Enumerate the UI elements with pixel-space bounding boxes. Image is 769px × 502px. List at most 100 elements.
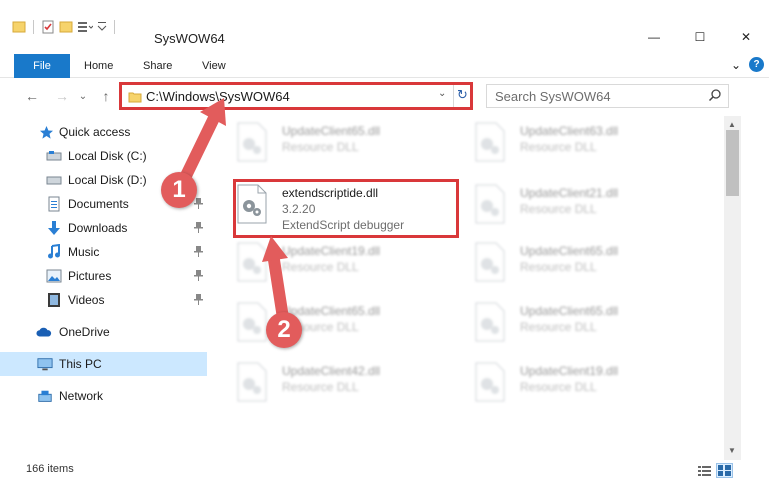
file-name: UpdateClient65.dll: [282, 124, 381, 138]
file-name: UpdateClient65.dll: [520, 304, 619, 318]
sidebar-item-label: Local Disk (C:): [68, 149, 147, 163]
videos-icon: [46, 292, 62, 308]
sidebar-item-label: This PC: [59, 357, 102, 371]
search-icon[interactable]: [708, 88, 722, 102]
recent-locations-button[interactable]: ⌄: [74, 86, 92, 106]
search-input[interactable]: Search SysWOW64: [495, 89, 611, 104]
scroll-up-icon[interactable]: ▲: [728, 120, 736, 129]
file-item[interactable]: UpdateClient19.dll Resource DLL: [450, 356, 680, 412]
properties-icon[interactable]: [41, 20, 55, 34]
pin-icon[interactable]: [194, 198, 203, 209]
file-item[interactable]: UpdateClient63.dll Resource DLL: [450, 116, 680, 172]
sidebar-item-this-pc[interactable]: This PC: [0, 352, 207, 376]
file-name: UpdateClient19.dll: [520, 364, 619, 378]
file-description: Resource DLL: [282, 380, 359, 394]
close-button[interactable]: ✕: [723, 22, 769, 52]
network-icon: [37, 388, 53, 404]
file-description: Resource DLL: [520, 380, 597, 394]
file-description: Resource DLL: [282, 260, 359, 274]
file-item[interactable]: UpdateClient21.dll Resource DLL: [450, 178, 680, 234]
maximize-button[interactable]: ☐: [677, 22, 723, 52]
folder-icon[interactable]: [12, 20, 26, 34]
vertical-scrollbar[interactable]: ▲ ▼: [724, 116, 741, 460]
sidebar-item-label: Network: [59, 389, 104, 403]
help-icon[interactable]: ?: [749, 57, 764, 72]
file-description: Resource DLL: [520, 140, 597, 154]
sidebar-item-quick-access[interactable]: Quick access: [0, 120, 210, 144]
dll-file-icon: [237, 242, 267, 282]
chevron-down-icon[interactable]: [97, 20, 107, 34]
customize-view-icon[interactable]: [77, 20, 93, 34]
sidebar-item-label: Videos: [68, 293, 105, 307]
file-name: UpdateClient42.dll: [282, 364, 381, 378]
sidebar-item-videos[interactable]: Videos: [0, 288, 210, 312]
tiles-view-button[interactable]: [716, 463, 733, 478]
sidebar-item-label: Documents: [68, 197, 129, 211]
file-name: UpdateClient65.dll: [282, 304, 381, 318]
sidebar-item-label: Quick access: [59, 125, 131, 139]
tab-home[interactable]: Home: [84, 54, 113, 78]
file-item[interactable]: UpdateClient65.dll Resource DLL: [212, 116, 442, 172]
navigation-pane: Quick access Local Disk (C:) Local Disk …: [0, 116, 210, 446]
sidebar-item-music[interactable]: Music: [0, 240, 210, 264]
up-button[interactable]: ↑: [97, 86, 115, 106]
sidebar-item-downloads[interactable]: Downloads: [0, 216, 210, 240]
address-path[interactable]: C:\Windows\SysWOW64: [146, 89, 290, 104]
minimize-button[interactable]: —: [631, 22, 677, 52]
dll-file-icon: [475, 242, 505, 282]
file-name: UpdateClient63.dll: [520, 124, 619, 138]
dll-file-icon: [475, 362, 505, 402]
pictures-icon: [46, 268, 62, 284]
sidebar-item-pictures[interactable]: Pictures: [0, 264, 210, 288]
file-list: UpdateClient65.dll Resource DLL UpdateCl…: [212, 116, 724, 460]
file-item[interactable]: UpdateClient65.dll Resource DLL: [450, 236, 680, 292]
pin-icon[interactable]: [194, 222, 203, 233]
details-view-icon: [698, 466, 711, 476]
file-item[interactable]: UpdateClient65.dll Resource DLL: [450, 296, 680, 352]
step-callout-1: 1: [161, 172, 197, 208]
details-view-button[interactable]: [696, 463, 713, 478]
tab-view[interactable]: View: [202, 54, 226, 78]
cloud-icon: [36, 324, 52, 340]
sidebar-item-label: Pictures: [68, 269, 112, 283]
sidebar-item-label: Local Disk (D:): [68, 173, 147, 187]
tab-file[interactable]: File: [14, 54, 70, 78]
tiles-view-icon: [718, 465, 731, 476]
documents-icon: [46, 196, 62, 212]
title-bar: SysWOW64 — ☐ ✕: [0, 0, 769, 52]
sidebar-item-onedrive[interactable]: OneDrive: [0, 320, 210, 344]
scrollbar-thumb[interactable]: [726, 130, 739, 196]
sidebar-item-label: OneDrive: [59, 325, 110, 339]
pin-icon[interactable]: [194, 270, 203, 281]
chevron-down-icon[interactable]: ⌄: [438, 88, 446, 99]
file-description: Resource DLL: [520, 260, 597, 274]
file-description: Resource DLL: [520, 320, 597, 334]
new-folder-icon[interactable]: [59, 20, 73, 34]
ribbon-expand-icon[interactable]: ⌄: [731, 58, 741, 72]
file-name: UpdateClient19.dll: [282, 244, 381, 258]
file-description: Resource DLL: [282, 140, 359, 154]
item-count: 166 items: [26, 463, 74, 475]
folder-icon: [128, 92, 142, 103]
tab-share[interactable]: Share: [143, 54, 172, 78]
back-button[interactable]: ←: [23, 86, 41, 106]
sidebar-item-local-disk-c[interactable]: Local Disk (C:): [0, 144, 210, 168]
sidebar-item-network[interactable]: Network: [0, 384, 210, 408]
refresh-button[interactable]: ↻: [457, 87, 468, 103]
ribbon-tabs: File Home Share View ⌄ ?: [0, 52, 769, 78]
window-title: SysWOW64: [154, 31, 225, 46]
drive-icon: [46, 172, 62, 188]
dll-file-icon: [475, 122, 505, 162]
scroll-down-icon[interactable]: ▼: [728, 446, 736, 455]
forward-button[interactable]: →: [53, 86, 71, 106]
search-box[interactable]: Search SysWOW64: [486, 84, 729, 108]
file-item[interactable]: UpdateClient19.dll Resource DLL: [212, 236, 442, 292]
pin-icon[interactable]: [194, 294, 203, 305]
pin-icon[interactable]: [194, 246, 203, 257]
file-item[interactable]: UpdateClient42.dll Resource DLL: [212, 356, 442, 412]
dll-file-icon: [475, 302, 505, 342]
address-bar[interactable]: C:\Windows\SysWOW64 ⌄ ↻: [119, 82, 473, 110]
sidebar-item-label: Downloads: [68, 221, 128, 235]
file-item[interactable]: UpdateClient65.dll Resource DLL: [212, 296, 442, 352]
step-callout-2: 2: [266, 312, 302, 348]
